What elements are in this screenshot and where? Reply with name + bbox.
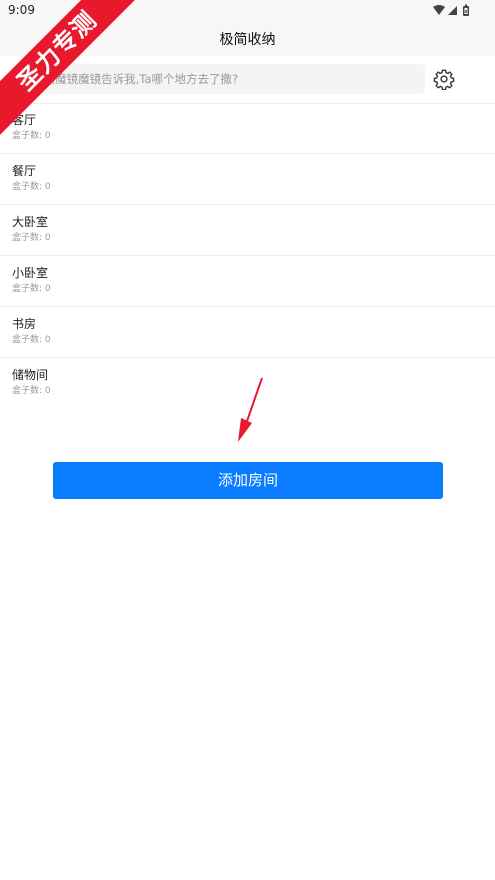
annotation-arrow bbox=[238, 377, 263, 442]
status-icons bbox=[433, 4, 473, 18]
room-box-count: 盒子数: 0 bbox=[12, 131, 51, 141]
room-box-count: 盒子数: 0 bbox=[12, 182, 51, 192]
signal-icon bbox=[448, 6, 457, 15]
room-name: 大卧室 bbox=[12, 215, 49, 229]
wifi-icon bbox=[433, 5, 445, 15]
search-bar: 哎,魔镜魔镜告诉我,Ta哪个地方去了撒? bbox=[0, 56, 495, 104]
room-name: 餐厅 bbox=[12, 164, 37, 178]
page-title: 极简收纳 bbox=[219, 32, 276, 48]
list-item[interactable]: 大卧室 盒子数: 0 bbox=[0, 205, 495, 256]
list-item[interactable]: 餐厅 盒子数: 0 bbox=[0, 154, 495, 205]
room-name: 小卧室 bbox=[12, 266, 49, 280]
room-name: 储物间 bbox=[12, 368, 49, 382]
status-bar: 9:09 bbox=[0, 0, 495, 22]
list-item[interactable]: 小卧室 盒子数: 0 bbox=[0, 256, 495, 307]
search-input[interactable]: 哎,魔镜魔镜告诉我,Ta哪个地方去了撒? bbox=[27, 64, 425, 94]
room-name: 书房 bbox=[12, 317, 37, 331]
room-box-count: 盒子数: 0 bbox=[12, 335, 51, 345]
list-item[interactable]: 书房 盒子数: 0 bbox=[0, 307, 495, 358]
list-item[interactable]: 客厅 盒子数: 0 bbox=[0, 103, 495, 154]
gear-icon bbox=[433, 69, 455, 91]
settings-button[interactable] bbox=[433, 68, 455, 91]
battery-icon bbox=[463, 4, 469, 16]
add-room-button[interactable]: 添加房间 bbox=[53, 462, 443, 499]
room-list: 客厅 盒子数: 0 餐厅 盒子数: 0 大卧室 盒子数: 0 小卧室 盒子数: … bbox=[0, 103, 495, 408]
room-box-count: 盒子数: 0 bbox=[12, 284, 51, 294]
room-name: 客厅 bbox=[12, 113, 37, 127]
room-box-count: 盒子数: 0 bbox=[12, 386, 51, 396]
room-box-count: 盒子数: 0 bbox=[12, 233, 51, 243]
status-time: 9:09 bbox=[8, 3, 35, 17]
app-bar: 极简收纳 bbox=[0, 22, 495, 56]
